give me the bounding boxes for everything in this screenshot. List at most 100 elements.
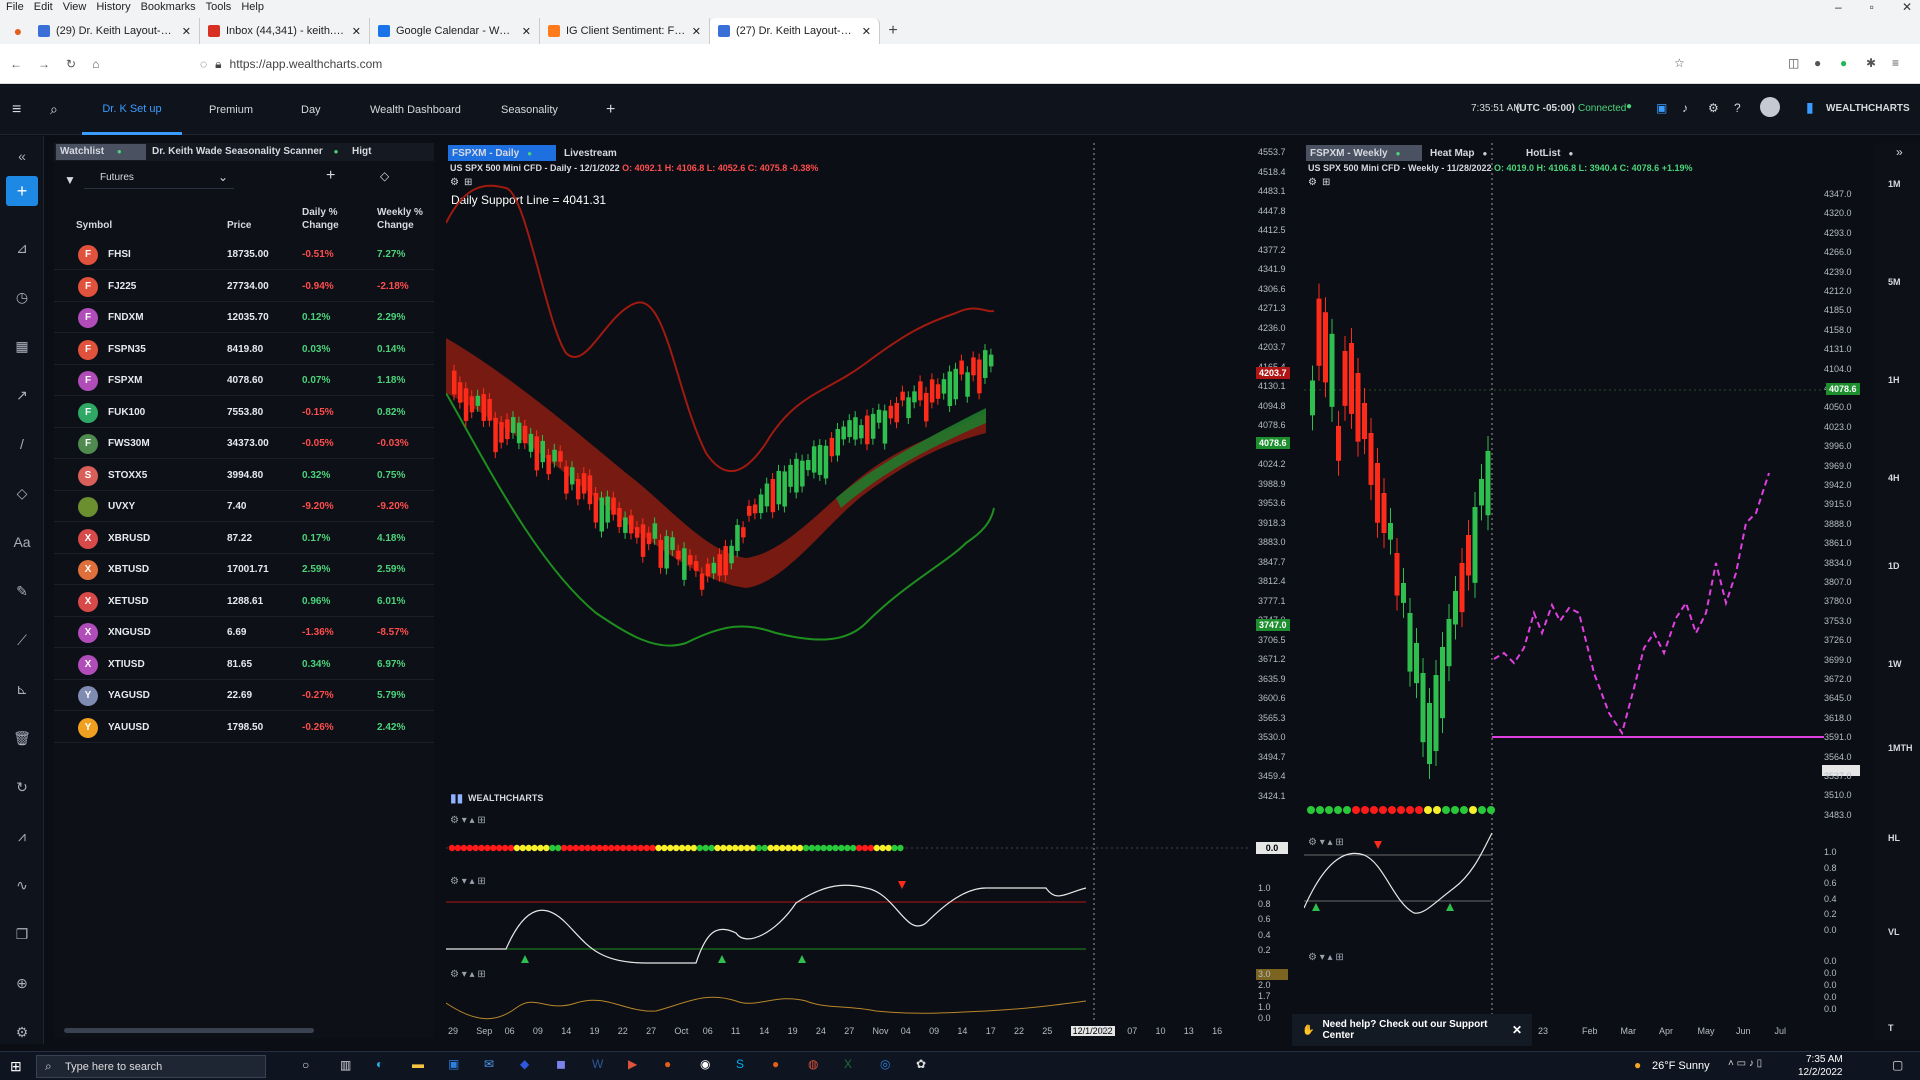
measure-icon[interactable]: ⊾ — [12, 679, 32, 699]
indicator-controls[interactable]: ⚙ ▾ ▴ ⊞ — [450, 815, 486, 826]
indicator-controls[interactable]: ⚙ ▾ ▴ ⊞ — [450, 876, 486, 887]
crosshair-icon[interactable]: ⊕ — [12, 973, 32, 993]
help-icon[interactable]: ? — [1734, 101, 1741, 115]
skype-icon[interactable]: S — [736, 1057, 744, 1071]
new-tab-icon[interactable]: + — [880, 18, 906, 44]
watchlist-row[interactable]: F FUK100 7553.80 -0.15% 0.82% — [54, 397, 434, 428]
chart-type-icon[interactable]: ⊿ — [12, 238, 32, 258]
weekly-price-chart[interactable] — [1304, 143, 1872, 1040]
tab-wealth-dashboard[interactable]: Wealth Dashboard — [370, 85, 461, 135]
filter-icon[interactable]: ▼ — [64, 173, 76, 187]
app-icon[interactable]: ◉ — [700, 1057, 710, 1071]
tab-close-icon[interactable]: ✕ — [352, 25, 361, 38]
indicator-icon[interactable]: ⩘ — [12, 826, 32, 846]
teams-icon[interactable]: ◼ — [556, 1057, 566, 1071]
watchlist-row[interactable]: Y YAUUSD 1798.50 -0.26% 2.42% — [54, 712, 434, 743]
tab-close-icon[interactable]: ✕ — [692, 25, 701, 38]
layers-icon[interactable]: ❐ — [12, 924, 32, 944]
menu-edit[interactable]: Edit — [34, 1, 53, 13]
bookmark-star-icon[interactable]: ☆ — [1674, 56, 1685, 70]
watchlist-row[interactable]: F FWS30M 34373.00 -0.05% -0.03% — [54, 428, 434, 459]
close-window-icon[interactable]: ✕ — [1902, 0, 1912, 14]
watchlist-row[interactable]: X XBRUSD 87.22 0.17% 4.18% — [54, 523, 434, 554]
taskbar-time[interactable]: 7:35 AM — [1806, 1054, 1843, 1065]
word-icon[interactable]: W — [592, 1057, 603, 1071]
watchlist-row[interactable]: F FJ225 27734.00 -0.94% -2.18% — [54, 271, 434, 302]
expand-panel-icon[interactable]: » — [1896, 145, 1903, 159]
calendar-icon[interactable]: ▦ — [12, 336, 32, 356]
menu-tools[interactable]: Tools — [206, 1, 232, 13]
watchlist-row[interactable]: X XBTUSD 17001.71 2.59% 2.59% — [54, 554, 434, 585]
shapes-icon[interactable]: ◇ — [12, 483, 32, 503]
tab-close-icon[interactable]: ✕ — [862, 25, 871, 38]
back-icon[interactable]: ← — [10, 57, 22, 71]
bell-icon[interactable]: ♪ — [1682, 101, 1688, 115]
support-popup[interactable]: ✋ Need help? Check out our Support Cente… — [1292, 1014, 1532, 1046]
watchlist-row[interactable]: F FSPXM 4078.60 0.07% 1.18% — [54, 365, 434, 396]
app-icon[interactable]: ◍ — [808, 1057, 818, 1071]
firefox-icon[interactable]: ● — [772, 1057, 779, 1071]
watchlist-row[interactable]: F FSPN35 8419.80 0.03% 0.14% — [54, 334, 434, 365]
timeframe-button[interactable]: VL — [1888, 927, 1900, 937]
app-icon[interactable]: ▶ — [628, 1057, 637, 1071]
daily-price-chart[interactable] — [446, 143, 1292, 1040]
tab-premium[interactable]: Premium — [209, 85, 253, 135]
reload-icon[interactable]: ↻ — [66, 57, 76, 71]
trend-icon[interactable]: ↗ — [12, 385, 32, 405]
browser-tab[interactable]: (29) Dr. Keith Layout-Seasonali ✕ — [30, 18, 200, 44]
timeframe-button[interactable]: T — [1888, 1023, 1894, 1033]
windows-start-icon[interactable]: ⊞ — [10, 1058, 22, 1075]
indicator-controls[interactable]: ⚙ ▾ ▴ ⊞ — [1308, 837, 1344, 848]
gear-icon[interactable]: ⚙ — [1708, 101, 1719, 115]
timeframe-button[interactable]: 1M — [1888, 179, 1901, 189]
menu-file[interactable]: File — [6, 1, 24, 13]
pocket-icon[interactable]: ◫ — [1788, 56, 1799, 70]
trash-icon[interactable]: 🗑︎ — [12, 728, 32, 748]
firefox-icon[interactable]: ● — [664, 1057, 671, 1071]
maximize-icon[interactable]: ▫ — [1870, 0, 1874, 14]
menu-history[interactable]: History — [96, 1, 130, 13]
curve-icon[interactable]: ∿ — [12, 875, 32, 895]
timeframe-button[interactable]: HL — [1888, 833, 1900, 843]
indicator-controls[interactable]: ⚙ ▾ ▴ ⊞ — [450, 969, 486, 980]
tab-day[interactable]: Day — [301, 85, 321, 135]
extension-icon[interactable]: ● — [1840, 56, 1847, 70]
watchlist-row[interactable]: S STOXX5 3994.80 0.32% 0.75% — [54, 460, 434, 491]
edge-icon[interactable]: ◐ — [376, 1057, 383, 1071]
tray-icons[interactable]: ˄ ▭ ♪ ▯ — [1728, 1058, 1762, 1069]
menu-help[interactable]: Help — [241, 1, 264, 13]
add-tab-button[interactable]: + — [606, 85, 615, 135]
settings-wheel-icon[interactable]: ⚙ — [12, 1022, 32, 1042]
add-symbol-icon[interactable]: + — [326, 167, 335, 185]
watchlist-row[interactable]: F FHSI 18735.00 -0.51% 7.27% — [54, 239, 434, 270]
text-tool-icon[interactable]: Aa — [12, 532, 32, 552]
browser-tab[interactable]: Google Calendar - Week of Nov ✕ — [370, 18, 540, 44]
watchlist-row[interactable]: Y YAGUSD 22.69 -0.27% 5.79% — [54, 680, 434, 711]
timeframe-button[interactable]: 1MTH — [1888, 743, 1913, 753]
close-icon[interactable]: ✕ — [1512, 1023, 1522, 1037]
minimize-icon[interactable]: – — [1835, 0, 1842, 14]
tab-seasonality-scanner[interactable]: Dr. Keith Wade Seasonality Scanner ● — [152, 144, 338, 160]
timeframe-button[interactable]: 1W — [1888, 659, 1902, 669]
forward-icon[interactable]: → — [38, 57, 50, 71]
pencil-icon[interactable]: ✎ — [12, 581, 32, 601]
tab-dr-k-setup[interactable]: Dr. K Set up — [82, 85, 182, 135]
avatar[interactable] — [1760, 97, 1780, 117]
app-icon[interactable]: ◆ — [520, 1057, 529, 1071]
hamburger-icon[interactable]: ≡ — [12, 101, 21, 119]
cortana-icon[interactable]: ○ — [302, 1058, 309, 1072]
tab-close-icon[interactable]: ✕ — [522, 25, 531, 38]
clock-icon[interactable]: ◷ — [12, 287, 32, 307]
refresh-icon[interactable]: ↻ — [12, 777, 32, 797]
watchlist-row[interactable]: F FNDXM 12035.70 0.12% 2.29% — [54, 302, 434, 333]
notification-icon[interactable]: ▢ — [1892, 1058, 1903, 1072]
extension-icon[interactable]: ● — [1814, 56, 1821, 70]
watchlist-row[interactable]: X XTIUSD 81.65 0.34% 6.97% — [54, 649, 434, 680]
url-field[interactable]: ◌ 🔒︎ https://app.wealthcharts.com — [200, 52, 1700, 76]
category-select[interactable]: Futures ⌄ — [84, 169, 234, 189]
tab-seasonality[interactable]: Seasonality — [501, 85, 558, 135]
excel-icon[interactable]: X — [844, 1057, 852, 1071]
menu-bookmarks[interactable]: Bookmarks — [141, 1, 196, 13]
timeframe-button[interactable]: 1H — [1888, 375, 1900, 385]
timeframe-button[interactable]: 1D — [1888, 561, 1900, 571]
